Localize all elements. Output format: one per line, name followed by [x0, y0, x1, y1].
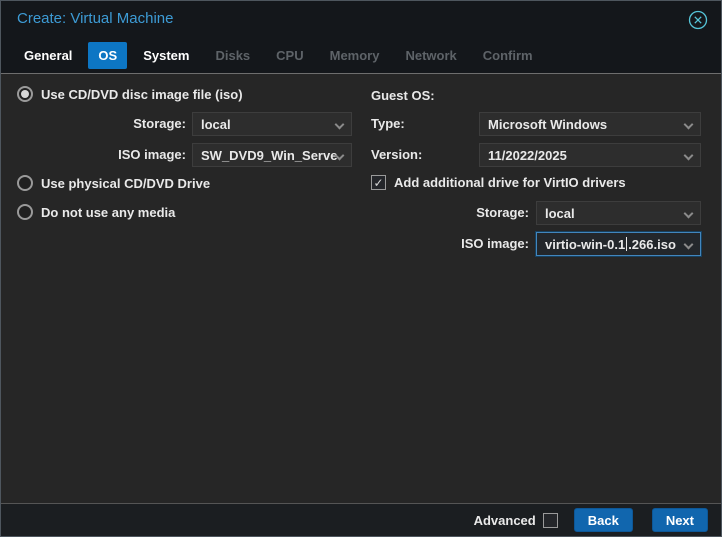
storage-select-right[interactable]: local: [536, 201, 701, 225]
type-label: Type:: [371, 116, 405, 131]
storage-select-right-value: local: [545, 205, 575, 221]
virtio-drivers-checkbox[interactable]: ✓ Add additional drive for VirtIO driver…: [371, 175, 626, 190]
version-select[interactable]: 11/2022/2025: [479, 143, 701, 167]
radio-use-iso[interactable]: Use CD/DVD disc image file (iso): [17, 86, 243, 102]
radio-no-media-label: Do not use any media: [41, 204, 176, 220]
radio-physical-drive-label: Use physical CD/DVD Drive: [41, 175, 211, 191]
back-button[interactable]: Back: [573, 508, 633, 532]
radio-selected-icon: [17, 86, 33, 102]
tab-os[interactable]: OS: [88, 42, 128, 69]
radio-no-media[interactable]: Do not use any media: [17, 204, 175, 220]
tab-network: Network: [405, 48, 457, 63]
iso-image-label-left: ISO image:: [118, 147, 186, 162]
chevron-down-icon: [683, 119, 694, 130]
storage-select-left-value: local: [201, 116, 231, 132]
tab-memory: Memory: [329, 48, 380, 63]
chevron-down-icon: [683, 239, 694, 250]
footer-bar: Advanced Back Next: [1, 503, 721, 536]
create-vm-dialog: Create: Virtual Machine General OS Syste…: [0, 0, 722, 537]
chevron-down-icon: [683, 208, 694, 219]
iso-image-select-left[interactable]: SW_DVD9_Win_Serve: [192, 143, 352, 167]
version-label: Version:: [371, 147, 423, 162]
radio-use-iso-label: Use CD/DVD disc image file (iso): [41, 86, 243, 102]
chevron-down-icon: [683, 150, 694, 161]
next-button[interactable]: Next: [651, 508, 708, 532]
storage-label-left: Storage:: [133, 116, 186, 131]
wizard-tabs: General OS System Disks CPU Memory Netwo…: [1, 38, 721, 73]
tab-general[interactable]: General: [14, 42, 82, 69]
advanced-label: Advanced: [473, 512, 536, 528]
title-bar: Create: Virtual Machine: [1, 1, 721, 38]
chevron-down-icon: [334, 119, 345, 130]
advanced-checkbox[interactable]: [542, 512, 558, 528]
radio-physical-drive[interactable]: Use physical CD/DVD Drive: [17, 175, 210, 191]
type-select-value: Microsoft Windows: [488, 116, 608, 132]
dialog-title: Create: Virtual Machine: [17, 10, 174, 27]
tab-system[interactable]: System: [133, 42, 199, 69]
tab-disks: Disks: [215, 48, 251, 63]
storage-label-right: Storage:: [476, 205, 529, 220]
radio-unselected-icon: [17, 175, 33, 191]
tab-cpu: CPU: [276, 48, 304, 63]
virtio-drivers-label: Add additional drive for VirtIO drivers: [394, 175, 626, 190]
checkbox-checked-icon: ✓: [371, 175, 386, 190]
iso-image-select-left-value: SW_DVD9_Win_Serve: [201, 147, 338, 163]
storage-select-left[interactable]: local: [192, 112, 352, 136]
close-icon[interactable]: [688, 10, 708, 30]
iso-image-label-right: ISO image:: [461, 236, 529, 251]
iso-image-select-right[interactable]: virtio-win-0.1.266.iso: [536, 232, 701, 256]
iso-image-select-right-value: virtio-win-0.1.266.iso: [545, 236, 676, 252]
tab-confirm: Confirm: [482, 48, 533, 63]
version-select-value: 11/2022/2025: [488, 147, 567, 163]
radio-unselected-icon: [17, 204, 33, 220]
type-select[interactable]: Microsoft Windows: [479, 112, 701, 136]
os-tab-panel: Use CD/DVD disc image file (iso) Storage…: [1, 73, 721, 505]
guest-os-heading: Guest OS:: [371, 88, 435, 103]
